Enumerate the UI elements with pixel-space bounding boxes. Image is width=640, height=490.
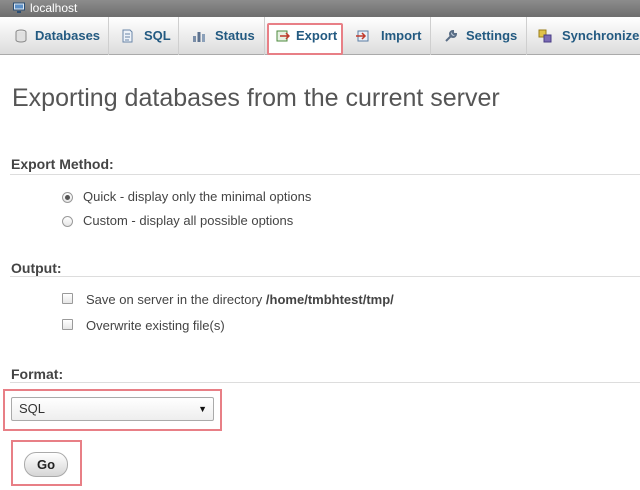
format-select[interactable]: SQL ▼ [11,397,214,421]
sql-icon [122,29,133,43]
tab-settings[interactable]: Settings [431,17,527,55]
overwrite-label[interactable]: Overwrite existing file(s) [86,318,225,333]
tab-status[interactable]: Status [179,17,265,55]
format-selected-value: SQL [19,401,46,416]
save-on-server-label[interactable]: Save on server in the directory /home/tm… [86,292,394,307]
import-icon [356,30,369,42]
status-icon [193,32,205,42]
main-tabs: Databases SQL Status Export Import Setti… [0,17,640,55]
tab-sql[interactable]: SQL [109,17,179,55]
export-icon [276,30,290,42]
custom-option-label[interactable]: Custom - display all possible options [83,213,293,228]
format-divider [10,382,640,383]
export-method-divider [10,174,640,175]
export-method-heading: Export Method: [11,156,114,172]
page-title: Exporting databases from the current ser… [12,84,500,112]
quick-option-label[interactable]: Quick - display only the minimal options [83,189,311,204]
tab-synchronize[interactable]: Synchronize [527,17,640,55]
tab-databases[interactable]: Databases [0,17,109,55]
format-heading: Format: [11,366,64,382]
synchronize-icon [538,29,552,43]
server-name[interactable]: localhost [30,0,77,17]
overwrite-checkbox[interactable] [62,319,73,330]
tab-import[interactable]: Import [346,17,431,55]
dropdown-arrow-icon: ▼ [198,404,207,414]
output-divider [10,276,640,277]
go-button[interactable]: Go [24,452,68,477]
save-on-server-checkbox[interactable] [62,293,73,304]
server-bar: localhost [0,0,640,17]
custom-radio[interactable] [62,216,73,227]
save-on-server-text: Save on server in the directory [86,292,266,307]
tab-export[interactable]: Export [265,17,346,55]
quick-radio[interactable] [62,192,73,203]
output-heading: Output: [11,260,62,276]
database-icon [15,29,27,43]
save-directory-path: /home/tmbhtest/tmp/ [265,292,394,307]
wrench-icon [445,29,458,42]
server-icon [13,2,25,13]
